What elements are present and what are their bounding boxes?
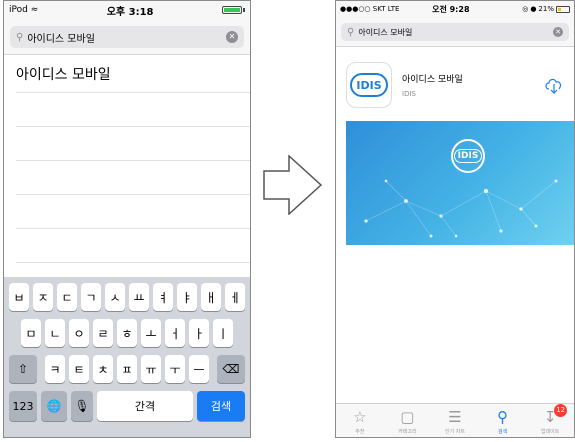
key[interactable]: ㄴ xyxy=(45,319,65,347)
clear-icon[interactable]: ✕ xyxy=(553,27,563,37)
status-bar: iPod ≈ 오후 3:18 xyxy=(4,1,250,19)
key[interactable]: ㅇ xyxy=(69,319,89,347)
key[interactable]: ㅜ xyxy=(165,355,185,383)
search-query: 아이디스 모바일 xyxy=(358,27,413,37)
category-icon: ▢ xyxy=(400,408,415,426)
battery-icon xyxy=(555,5,570,13)
key[interactable]: ㅈ xyxy=(33,283,53,311)
cloud-download-icon[interactable] xyxy=(544,75,564,95)
search-bar: ⚲ 아이디스 모바일 ✕ xyxy=(4,19,250,55)
key[interactable]: ㅔ xyxy=(225,283,245,311)
key[interactable]: ㅊ xyxy=(93,355,113,383)
keyboard-row-3: ⇧ ㅋ ㅌ ㅊ ㅍ ㅠ ㅜ ㅡ ⌫ xyxy=(4,355,250,383)
suggestion-item[interactable] xyxy=(16,229,250,263)
shift-key[interactable]: ⇧ xyxy=(9,355,37,383)
key[interactable]: ㅂ xyxy=(9,283,29,311)
key[interactable]: ㅌ xyxy=(69,355,89,383)
banner-logo: IDIS xyxy=(451,139,485,173)
key[interactable]: ㅁ xyxy=(21,319,41,347)
left-phone-screen: iPod ≈ 오후 3:18 ⚲ 아이디스 모바일 ✕ 아이디스 모바일 ㅂ ㅈ… xyxy=(3,0,251,438)
status-time: 오전 9:28 xyxy=(432,4,470,14)
key[interactable]: ㅅ xyxy=(105,283,125,311)
battery-icon xyxy=(221,6,245,14)
microphone-icon[interactable]: 🎙 xyxy=(71,391,93,421)
idis-logo: IDIS xyxy=(350,73,388,97)
keyboard-row-2: ㅁ ㄴ ㅇ ㄹ ㅎ ㅗ ㅓ ㅏ ㅣ xyxy=(4,319,250,347)
update-badge: 12 xyxy=(554,404,568,417)
key[interactable]: ㅛ xyxy=(129,283,149,311)
status-time: 오후 3:18 xyxy=(106,6,154,18)
tab-updates[interactable]: ↧ 12 업데이트 xyxy=(530,404,570,435)
backspace-icon: ⌫ xyxy=(222,362,240,376)
app-meta: 아이디스 모바일 IDIS xyxy=(402,72,544,98)
search-icon: ⚲ xyxy=(347,26,355,38)
tab-search[interactable]: ⚲ 검색 xyxy=(483,407,523,435)
key[interactable]: ㅐ xyxy=(201,283,221,311)
right-phone-screen: ●●●○○ SKT LTE 오전 9:28 ◎ ● 21% ⚲ 아이디스 모바일… xyxy=(335,0,575,438)
suggestion-item[interactable] xyxy=(16,127,250,161)
app-result-row[interactable]: IDIS 아이디스 모바일 IDIS xyxy=(336,47,574,121)
status-bar: ●●●○○ SKT LTE 오전 9:28 ◎ ● 21% xyxy=(336,1,574,17)
space-key[interactable]: 간격 xyxy=(97,391,193,421)
search-input[interactable]: ⚲ 아이디스 모바일 ✕ xyxy=(341,23,569,41)
search-key[interactable]: 검색 xyxy=(197,391,245,421)
search-query: 아이디스 모바일 xyxy=(27,33,95,45)
alarm-icon: ● xyxy=(530,5,537,13)
carrier-label: ●●●○○ SKT LTE xyxy=(340,5,400,13)
app-developer: IDIS xyxy=(402,90,416,98)
key[interactable]: ㅋ xyxy=(45,355,65,383)
suggestion-list: 아이디스 모바일 xyxy=(4,55,250,263)
numbers-key[interactable]: 123 xyxy=(9,391,37,421)
key[interactable]: ㅕ xyxy=(153,283,173,311)
app-screenshot-banner[interactable]: IDIS xyxy=(346,121,574,245)
app-icon[interactable]: IDIS xyxy=(346,62,392,108)
carrier-label: iPod ≈ xyxy=(9,5,39,15)
key[interactable]: ㅡ xyxy=(189,355,209,383)
search-input[interactable]: ⚲ 아이디스 모바일 ✕ xyxy=(10,26,244,48)
key[interactable]: ㄷ xyxy=(57,283,77,311)
chart-list-icon: ☰ xyxy=(448,408,462,426)
wifi-icon: ≈ xyxy=(30,5,39,15)
korean-keyboard: ㅂ ㅈ ㄷ ㄱ ㅅ ㅛ ㅕ ㅑ ㅐ ㅔ ㅁ ㄴ ㅇ ㄹ ㅎ ㅗ ㅓ ㅏ ㅣ ⇧ … xyxy=(4,277,250,437)
keyboard-bottom-row: 123 🌐 🎙 간격 검색 xyxy=(4,391,250,421)
tab-featured[interactable]: ☆ 추천 xyxy=(340,407,380,435)
key[interactable]: ㄹ xyxy=(93,319,113,347)
app-name[interactable]: 아이디스 모바일 xyxy=(402,72,544,85)
key[interactable]: ㅑ xyxy=(177,283,197,311)
suggestion-item[interactable] xyxy=(16,93,250,127)
suggestion-item[interactable]: 아이디스 모바일 xyxy=(16,55,250,93)
delete-key[interactable]: ⌫ xyxy=(217,355,245,383)
suggestion-item[interactable] xyxy=(16,195,250,229)
battery-status: ◎ ● 21% xyxy=(522,5,570,13)
star-icon: ☆ xyxy=(353,408,367,426)
key[interactable]: ㅏ xyxy=(189,319,209,347)
right-arrow-icon xyxy=(263,155,323,215)
key[interactable]: ㅓ xyxy=(165,319,185,347)
key[interactable]: ㅍ xyxy=(117,355,137,383)
key[interactable]: ㄱ xyxy=(81,283,101,311)
clear-icon[interactable]: ✕ xyxy=(226,31,238,43)
search-bar: ⚲ 아이디스 모바일 ✕ xyxy=(336,17,574,47)
key[interactable]: ㅗ xyxy=(141,319,161,347)
search-icon: ⚲ xyxy=(16,31,24,43)
location-icon: ◎ xyxy=(522,5,529,13)
key[interactable]: ㅎ xyxy=(117,319,137,347)
tab-bar: ☆ 추천 ▢ 카테고리 ☰ 인기 차트 ⚲ 검색 ↧ 12 업데이트 xyxy=(336,403,574,437)
suggestion-item[interactable] xyxy=(16,161,250,195)
shift-icon: ⇧ xyxy=(17,362,29,376)
search-icon: ⚲ xyxy=(497,408,509,426)
key[interactable]: ㅣ xyxy=(213,319,233,347)
globe-icon[interactable]: 🌐 xyxy=(41,391,67,421)
tab-top-charts[interactable]: ☰ 인기 차트 xyxy=(435,407,475,435)
keyboard-row-1: ㅂ ㅈ ㄷ ㄱ ㅅ ㅛ ㅕ ㅑ ㅐ ㅔ xyxy=(4,283,250,311)
key[interactable]: ㅠ xyxy=(141,355,161,383)
tab-categories[interactable]: ▢ 카테고리 xyxy=(387,407,427,435)
